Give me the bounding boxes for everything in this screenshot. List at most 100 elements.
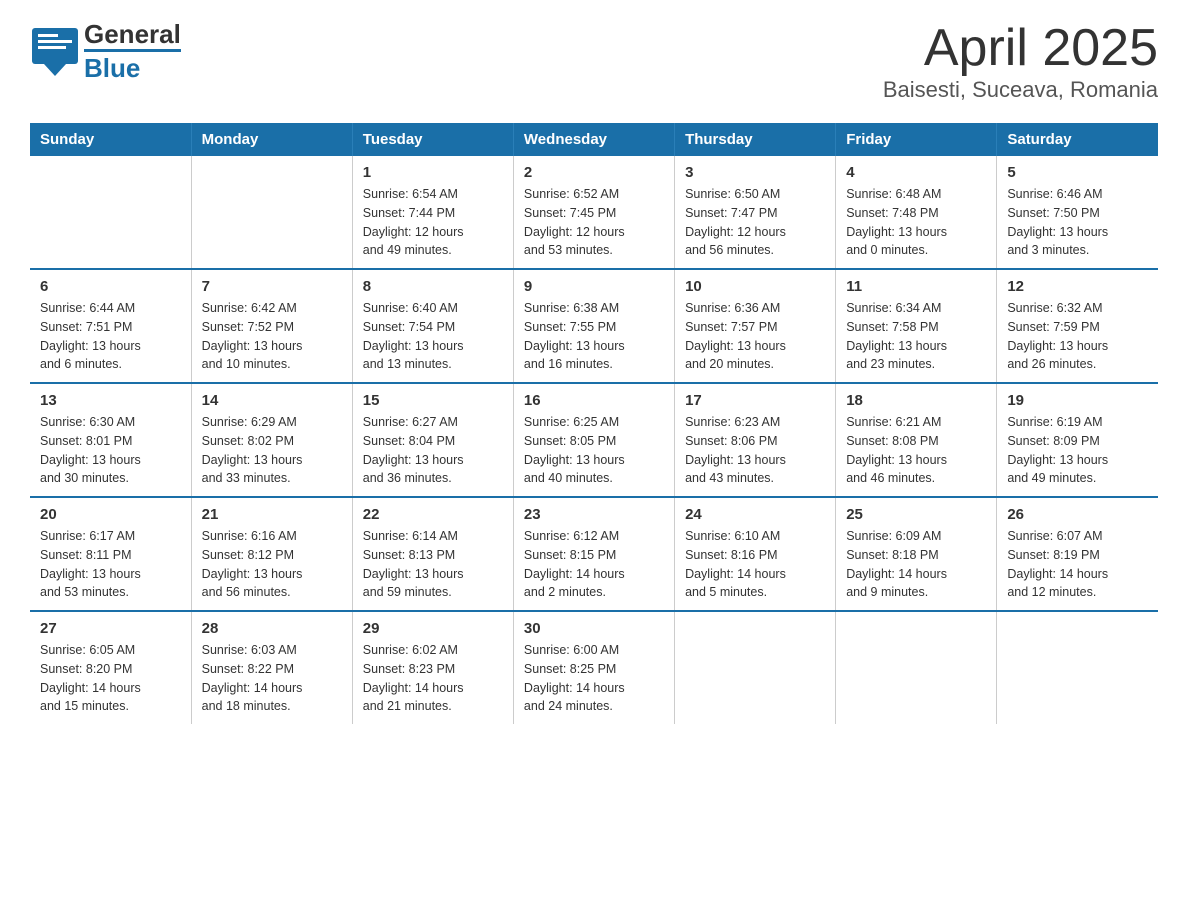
calendar-table: SundayMondayTuesdayWednesdayThursdayFrid… xyxy=(30,123,1158,724)
day-info: Sunrise: 6:30 AM Sunset: 8:01 PM Dayligh… xyxy=(40,413,181,488)
day-info: Sunrise: 6:44 AM Sunset: 7:51 PM Dayligh… xyxy=(40,299,181,374)
day-number: 16 xyxy=(524,392,664,409)
day-info: Sunrise: 6:16 AM Sunset: 8:12 PM Dayligh… xyxy=(202,527,342,602)
day-info: Sunrise: 6:36 AM Sunset: 7:57 PM Dayligh… xyxy=(685,299,825,374)
calendar-cell xyxy=(30,156,191,269)
day-number: 25 xyxy=(846,506,986,523)
calendar-cell: 28Sunrise: 6:03 AM Sunset: 8:22 PM Dayli… xyxy=(191,611,352,724)
day-info: Sunrise: 6:25 AM Sunset: 8:05 PM Dayligh… xyxy=(524,413,664,488)
calendar-cell xyxy=(997,611,1158,724)
day-number: 4 xyxy=(846,164,986,181)
calendar-week-row: 13Sunrise: 6:30 AM Sunset: 8:01 PM Dayli… xyxy=(30,383,1158,497)
calendar-cell: 14 Sunrise: 6:29 AM Sunset: 8:02 PM Dayli… xyxy=(191,383,352,497)
day-info: Sunrise: 6:27 AM Sunset: 8:04 PM Dayligh… xyxy=(363,413,503,488)
day-info: Sunrise: 6:00 AM Sunset: 8:25 PM Dayligh… xyxy=(524,641,664,716)
day-number: 17 xyxy=(685,392,825,409)
day-number: 2 xyxy=(524,164,664,181)
day-info: Sunrise: 6:17 AM Sunset: 8:11 PM Dayligh… xyxy=(40,527,181,602)
logo-blue-text: Blue xyxy=(84,49,181,83)
calendar-cell: 22 Sunrise: 6:14 AM Sunset: 8:13 PM Dayli… xyxy=(352,497,513,611)
day-info: Sunrise: 6:10 AM Sunset: 8:16 PM Dayligh… xyxy=(685,527,825,602)
calendar-cell: 13Sunrise: 6:30 AM Sunset: 8:01 PM Dayli… xyxy=(30,383,191,497)
day-info: Sunrise: 6:54 AM Sunset: 7:44 PM Dayligh… xyxy=(363,185,503,260)
day-number: 26 xyxy=(1007,506,1148,523)
calendar-cell: 2 Sunrise: 6:52 AM Sunset: 7:45 PM Daylig… xyxy=(513,156,674,269)
day-number: 5 xyxy=(1007,164,1148,181)
logo-icon xyxy=(30,26,80,76)
day-number: 14 xyxy=(202,392,342,409)
day-header-saturday: Saturday xyxy=(997,123,1158,156)
day-info: Sunrise: 6:32 AM Sunset: 7:59 PM Dayligh… xyxy=(1007,299,1148,374)
calendar-cell: 21 Sunrise: 6:16 AM Sunset: 8:12 PM Dayli… xyxy=(191,497,352,611)
day-number: 28 xyxy=(202,620,342,637)
day-info: Sunrise: 6:42 AM Sunset: 7:52 PM Dayligh… xyxy=(202,299,342,374)
day-number: 18 xyxy=(846,392,986,409)
calendar-cell: 4Sunrise: 6:48 AM Sunset: 7:48 PM Daylig… xyxy=(836,156,997,269)
day-info: Sunrise: 6:29 AM Sunset: 8:02 PM Dayligh… xyxy=(202,413,342,488)
calendar-cell xyxy=(836,611,997,724)
day-number: 11 xyxy=(846,278,986,295)
day-number: 19 xyxy=(1007,392,1148,409)
day-number: 15 xyxy=(363,392,503,409)
calendar-cell: 10 Sunrise: 6:36 AM Sunset: 7:57 PM Dayli… xyxy=(675,269,836,383)
day-info: Sunrise: 6:50 AM Sunset: 7:47 PM Dayligh… xyxy=(685,185,825,260)
calendar-subtitle: Baisesti, Suceava, Romania xyxy=(883,77,1158,103)
day-header-monday: Monday xyxy=(191,123,352,156)
day-number: 22 xyxy=(363,506,503,523)
day-number: 21 xyxy=(202,506,342,523)
calendar-cell: 25Sunrise: 6:09 AM Sunset: 8:18 PM Dayli… xyxy=(836,497,997,611)
calendar-cell: 5 Sunrise: 6:46 AM Sunset: 7:50 PM Daylig… xyxy=(997,156,1158,269)
day-info: Sunrise: 6:12 AM Sunset: 8:15 PM Dayligh… xyxy=(524,527,664,602)
day-number: 1 xyxy=(363,164,503,181)
calendar-cell: 15 Sunrise: 6:27 AM Sunset: 8:04 PM Dayli… xyxy=(352,383,513,497)
calendar-cell: 6 Sunrise: 6:44 AM Sunset: 7:51 PM Daylig… xyxy=(30,269,191,383)
day-info: Sunrise: 6:21 AM Sunset: 8:08 PM Dayligh… xyxy=(846,413,986,488)
calendar-cell: 20 Sunrise: 6:17 AM Sunset: 8:11 PM Dayli… xyxy=(30,497,191,611)
day-number: 20 xyxy=(40,506,181,523)
day-number: 7 xyxy=(202,278,342,295)
calendar-week-row: 27 Sunrise: 6:05 AM Sunset: 8:20 PM Dayli… xyxy=(30,611,1158,724)
day-header-sunday: Sunday xyxy=(30,123,191,156)
day-number: 10 xyxy=(685,278,825,295)
calendar-title: April 2025 xyxy=(883,20,1158,77)
day-header-friday: Friday xyxy=(836,123,997,156)
day-number: 8 xyxy=(363,278,503,295)
calendar-week-row: 1 Sunrise: 6:54 AM Sunset: 7:44 PM Daylig… xyxy=(30,156,1158,269)
day-info: Sunrise: 6:38 AM Sunset: 7:55 PM Dayligh… xyxy=(524,299,664,374)
calendar-cell xyxy=(191,156,352,269)
calendar-cell: 18 Sunrise: 6:21 AM Sunset: 8:08 PM Dayli… xyxy=(836,383,997,497)
calendar-cell: 27 Sunrise: 6:05 AM Sunset: 8:20 PM Dayli… xyxy=(30,611,191,724)
day-number: 6 xyxy=(40,278,181,295)
day-info: Sunrise: 6:05 AM Sunset: 8:20 PM Dayligh… xyxy=(40,641,181,716)
day-info: Sunrise: 6:07 AM Sunset: 8:19 PM Dayligh… xyxy=(1007,527,1148,602)
day-number: 27 xyxy=(40,620,181,637)
calendar-cell: 24 Sunrise: 6:10 AM Sunset: 8:16 PM Dayli… xyxy=(675,497,836,611)
day-number: 24 xyxy=(685,506,825,523)
day-number: 30 xyxy=(524,620,664,637)
day-header-tuesday: Tuesday xyxy=(352,123,513,156)
day-number: 3 xyxy=(685,164,825,181)
day-info: Sunrise: 6:34 AM Sunset: 7:58 PM Dayligh… xyxy=(846,299,986,374)
day-info: Sunrise: 6:52 AM Sunset: 7:45 PM Dayligh… xyxy=(524,185,664,260)
calendar-header-row: SundayMondayTuesdayWednesdayThursdayFrid… xyxy=(30,123,1158,156)
day-info: Sunrise: 6:02 AM Sunset: 8:23 PM Dayligh… xyxy=(363,641,503,716)
calendar-cell: 9 Sunrise: 6:38 AM Sunset: 7:55 PM Daylig… xyxy=(513,269,674,383)
calendar-cell: 16 Sunrise: 6:25 AM Sunset: 8:05 PM Dayli… xyxy=(513,383,674,497)
day-info: Sunrise: 6:40 AM Sunset: 7:54 PM Dayligh… xyxy=(363,299,503,374)
logo-general-text: General xyxy=(84,20,181,49)
day-number: 23 xyxy=(524,506,664,523)
day-info: Sunrise: 6:14 AM Sunset: 8:13 PM Dayligh… xyxy=(363,527,503,602)
day-number: 9 xyxy=(524,278,664,295)
day-info: Sunrise: 6:46 AM Sunset: 7:50 PM Dayligh… xyxy=(1007,185,1148,260)
calendar-cell: 7 Sunrise: 6:42 AM Sunset: 7:52 PM Daylig… xyxy=(191,269,352,383)
day-number: 12 xyxy=(1007,278,1148,295)
day-number: 29 xyxy=(363,620,503,637)
calendar-cell: 29 Sunrise: 6:02 AM Sunset: 8:23 PM Dayli… xyxy=(352,611,513,724)
calendar-cell: 17 Sunrise: 6:23 AM Sunset: 8:06 PM Dayli… xyxy=(675,383,836,497)
calendar-cell: 3 Sunrise: 6:50 AM Sunset: 7:47 PM Daylig… xyxy=(675,156,836,269)
day-header-thursday: Thursday xyxy=(675,123,836,156)
logo: General Blue xyxy=(30,20,181,82)
calendar-cell: 1 Sunrise: 6:54 AM Sunset: 7:44 PM Daylig… xyxy=(352,156,513,269)
calendar-cell: 12 Sunrise: 6:32 AM Sunset: 7:59 PM Dayli… xyxy=(997,269,1158,383)
day-info: Sunrise: 6:23 AM Sunset: 8:06 PM Dayligh… xyxy=(685,413,825,488)
